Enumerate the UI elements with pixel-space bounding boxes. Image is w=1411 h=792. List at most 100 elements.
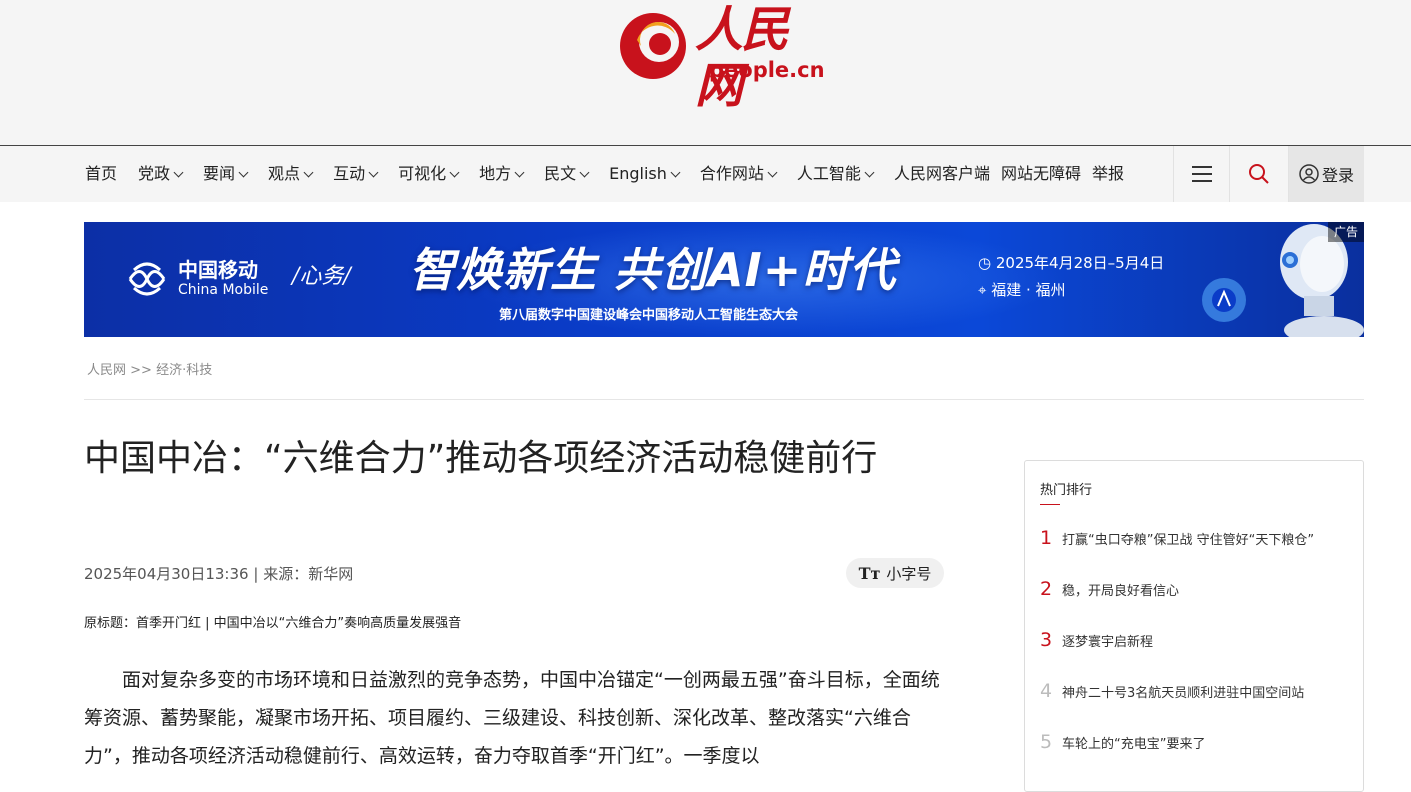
nav-item-label: 举报 xyxy=(1091,164,1124,183)
hot-rank-number: 5 xyxy=(1040,731,1053,753)
hot-ranking-title: 热门排行 xyxy=(1040,483,1093,498)
hot-list-item[interactable]: 3 逐梦寰宇启新程 xyxy=(1040,625,1340,655)
breadcrumb-section-link[interactable]: 经济·科技 xyxy=(156,363,212,378)
hot-list-item[interactable]: 5 车轮上的“充电宝”要来了 xyxy=(1040,727,1340,757)
nav-item[interactable]: 人工智能 xyxy=(796,146,875,202)
breadcrumb: 人民网 >> 经济·科技 xyxy=(87,359,212,378)
nav-item-label: 地方 xyxy=(479,164,512,183)
nav-item[interactable]: 人民网客户端 xyxy=(894,146,990,202)
breadcrumb-divider xyxy=(84,399,1364,400)
nav-item-label: 民文 xyxy=(544,164,577,183)
nav-item[interactable]: 首页 xyxy=(85,146,117,202)
nav-item-label: 可视化 xyxy=(398,164,447,183)
nav-item-label: 人工智能 xyxy=(796,164,861,183)
nav-item[interactable]: 可视化 xyxy=(398,146,460,202)
nav-item[interactable]: 要闻 xyxy=(203,146,249,202)
nav-item[interactable]: 网站无障碍 xyxy=(1001,146,1081,202)
nav-tools: 登录 xyxy=(1173,146,1364,202)
search-button[interactable] xyxy=(1229,146,1288,202)
banner-subtitle: 第八届数字中国建设峰会中国移动人工智能生态大会 xyxy=(499,308,799,323)
chevron-down-icon xyxy=(864,167,875,177)
article-datetime: 2025年04月30日13:36 xyxy=(84,565,249,583)
banner-date-text: 2025年4月28日–5月4日 xyxy=(995,254,1165,272)
site-logo[interactable]: 人民网 people.cn xyxy=(617,2,832,114)
hot-list-item[interactable]: 1 打赢“虫口夺粮”保卫战 守住管好“天下粮仓” xyxy=(1040,523,1340,553)
hot-rank-number: 3 xyxy=(1040,629,1053,651)
location-pin-icon: ⌖ xyxy=(978,281,992,299)
article-source-link[interactable]: 新华网 xyxy=(308,565,353,583)
chevron-down-icon xyxy=(767,167,778,177)
nav-item[interactable]: 互动 xyxy=(333,146,379,202)
hot-list-item[interactable]: 2 稳，开局良好看信心 xyxy=(1040,574,1340,604)
hot-item-text: 车轮上的“充电宝”要来了 xyxy=(1062,736,1206,752)
hot-item-text: 逐梦寰宇启新程 xyxy=(1062,634,1154,650)
search-icon xyxy=(1249,164,1269,184)
nav-item-label: 合作网站 xyxy=(699,164,764,183)
banner-date: ◷ 2025年4月28日–5月4日 xyxy=(978,252,1164,273)
chevron-down-icon xyxy=(368,167,379,177)
ad-tag: 广告 xyxy=(1327,222,1364,242)
banner-brand-en: China Mobile xyxy=(178,282,269,298)
nav-item-label: 互动 xyxy=(333,164,366,183)
nav-item-label: 党政 xyxy=(138,164,171,183)
hot-rank-number: 2 xyxy=(1040,578,1053,600)
login-label: 登录 xyxy=(1321,166,1354,185)
nav-item[interactable]: 观点 xyxy=(268,146,314,202)
nav-item[interactable]: 合作网站 xyxy=(699,146,778,202)
nav-items: 首页 党政 要闻 观点 互动 可视化 地方 民文 English 合作网站 人工智能 人民网客户端 网站… xyxy=(85,146,1135,202)
banner-place-text: 福建 · 福州 xyxy=(991,281,1066,299)
font-size-toggle[interactable]: Tт 小字号 xyxy=(846,558,944,588)
breadcrumb-home-link[interactable]: 人民网 xyxy=(87,363,126,378)
nav-item[interactable]: English xyxy=(609,146,681,202)
menu-icon xyxy=(1191,166,1212,182)
chevron-down-icon xyxy=(173,167,184,177)
breadcrumb-separator: >> xyxy=(130,363,152,378)
logo-english-text: people.cn xyxy=(709,58,825,82)
nav-item[interactable]: 地方 xyxy=(479,146,525,202)
ad-banner[interactable]: 中国移动 China Mobile /心务/ 智焕新生 共创AI+时代 第八届数… xyxy=(84,222,1364,337)
font-size-icon: Tт xyxy=(858,563,881,583)
login-button[interactable]: 登录 xyxy=(1288,146,1364,202)
nav-item-label: 人民网客户端 xyxy=(893,164,990,183)
chevron-down-icon xyxy=(449,167,460,177)
nav-item[interactable]: 民文 xyxy=(544,146,590,202)
main-nav: 首页 党政 要闻 观点 互动 可视化 地方 民文 English 合作网站 人工智能 人民网客户端 网站… xyxy=(0,145,1411,202)
hot-item-text: 打赢“虫口夺粮”保卫战 守住管好“天下粮仓” xyxy=(1062,532,1315,548)
user-icon xyxy=(1299,164,1319,184)
menu-button[interactable] xyxy=(1173,146,1229,202)
hot-item-text: 稳，开局良好看信心 xyxy=(1062,583,1180,599)
hot-title-underline xyxy=(1040,504,1060,505)
chevron-down-icon xyxy=(238,167,249,177)
banner-brand-cn: 中国移动 xyxy=(178,258,258,282)
china-mobile-logo-icon xyxy=(128,262,166,296)
nav-item-label: 网站无障碍 xyxy=(1000,164,1081,183)
article-body: 面对复杂多变的市场环境和日益激烈的竞争态势，中国中冶锚定“一创两最五强”奋斗目标… xyxy=(84,669,940,767)
hot-item-text: 神舟二十号3名航天员顺利进驻中国空间站 xyxy=(1062,685,1305,701)
banner-place: ⌖ 福建 · 福州 xyxy=(978,279,1066,300)
nav-item[interactable]: 举报 xyxy=(1092,146,1124,202)
nav-item-label: 要闻 xyxy=(203,164,236,183)
banner-headline: 智焕新生 共创AI+时代 xyxy=(409,243,897,297)
original-title: 原标题：首季开门红 | 中国中冶以“六维合力”奏响高质量发展强音 xyxy=(84,616,462,631)
clock-icon: ◷ xyxy=(978,254,996,272)
nav-item[interactable]: 党政 xyxy=(138,146,184,202)
nav-item-label: 观点 xyxy=(268,164,301,183)
hot-rank-number: 1 xyxy=(1040,527,1053,549)
hot-list-item[interactable]: 4 神舟二十号3名航天员顺利进驻中国空间站 xyxy=(1040,676,1340,706)
meta-separator: | xyxy=(253,565,259,583)
nav-item-label: 首页 xyxy=(85,164,118,183)
banner-brand-signature: /心务/ xyxy=(292,264,351,289)
nav-item-label: English xyxy=(609,164,667,183)
hot-rank-number: 4 xyxy=(1040,680,1053,702)
chevron-down-icon xyxy=(579,167,590,177)
hot-ranking-panel: 热门排行 1 打赢“虫口夺粮”保卫战 守住管好“天下粮仓” 2 稳，开局良好看信心 3 逐… xyxy=(1024,460,1364,792)
site-header: 人民网 people.cn xyxy=(0,0,1411,145)
article-title: 中国中冶：“六维合力”推动各项经济活动稳健前行 xyxy=(84,438,878,479)
chevron-down-icon xyxy=(514,167,525,177)
logo-mark-icon xyxy=(620,13,686,79)
chevron-down-icon xyxy=(303,167,314,177)
font-size-label: 小字号 xyxy=(886,564,932,583)
chevron-down-icon xyxy=(670,167,681,177)
article-meta: 2025年04月30日13:36 | 来源：新华网 xyxy=(84,563,353,584)
source-label: 来源： xyxy=(263,565,309,583)
